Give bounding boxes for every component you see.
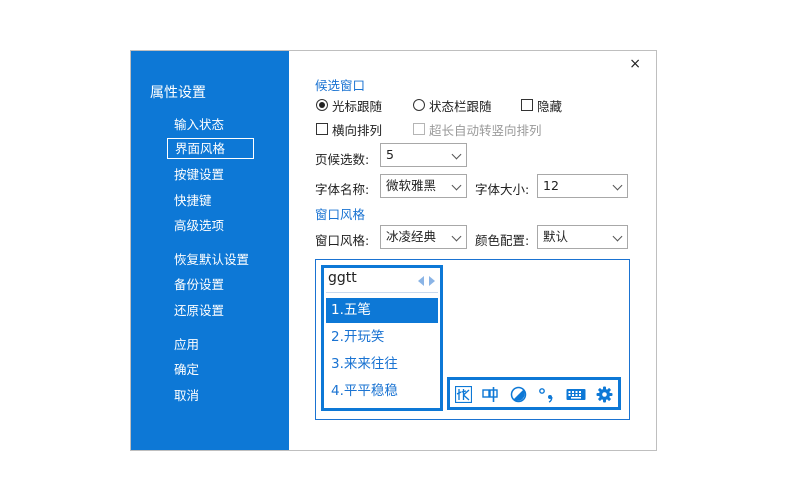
hide-label[interactable]: 隐藏 (537, 96, 562, 115)
style-label: 窗口风格: (315, 233, 370, 248)
cursor-follow-radio[interactable] (316, 99, 328, 111)
keyboard-icon (566, 389, 586, 400)
status-toolbar (447, 377, 621, 410)
font-name-select[interactable]: 微软雅黑 (380, 174, 467, 198)
statusbar-follow-radio[interactable] (413, 99, 425, 111)
auto-vertical-label: 超长自动转竖向排列 (429, 123, 542, 138)
cursor-follow-label[interactable]: 光标跟随 (332, 96, 382, 115)
ice-logo-icon (455, 386, 472, 403)
punctuation-icon (539, 388, 553, 403)
sidebar-title: 属性设置 (150, 85, 206, 101)
candidate-input-text: ggtt (328, 270, 357, 286)
statusbar-follow-label[interactable]: 状态栏跟随 (429, 96, 492, 115)
font-name-label: 字体名称: (315, 182, 370, 197)
sidebar: 属性设置 输入状态 界面风格 按键设置 快捷键 高级选项 恢复默认设置 备份设置… (131, 51, 289, 450)
chevron-down-icon (451, 149, 462, 160)
candidate-item: 2.开玩笑 (331, 329, 385, 345)
restore-defaults-link[interactable]: 恢复默认设置 (174, 251, 249, 269)
style-preview: ggtt 1.五笔 2.开玩笑 3.来来往往 4.平平稳稳 (315, 259, 630, 420)
horizontal-label[interactable]: 横向排列 (332, 120, 382, 139)
auto-vertical-checkbox[interactable] (413, 123, 425, 135)
chevron-down-icon (451, 231, 462, 242)
candidate-separator (326, 292, 438, 293)
apply-button[interactable]: 应用 (174, 336, 199, 354)
restore-settings-link[interactable]: 还原设置 (174, 302, 224, 320)
color-value: 默认 (543, 229, 569, 244)
backup-settings-link[interactable]: 备份设置 (174, 276, 224, 294)
horizontal-checkbox[interactable] (316, 123, 328, 135)
hide-checkbox[interactable] (521, 99, 533, 111)
candidate-item: 1.五笔 (326, 298, 438, 323)
sidebar-item-ui-style[interactable]: 界面风格 (167, 138, 254, 159)
font-size-label: 字体大小: (475, 182, 530, 197)
candidate-window-heading: 候选窗口 (315, 78, 366, 93)
per-page-value: 5 (386, 147, 394, 162)
sidebar-item-shortcuts[interactable]: 快捷键 (174, 192, 212, 210)
color-label: 颜色配置: (475, 233, 530, 248)
arrow-right-icon (429, 276, 435, 286)
style-select[interactable]: 冰凌经典 (380, 225, 467, 249)
chinese-mode-icon (482, 387, 498, 402)
window-style-heading: 窗口风格 (315, 207, 366, 222)
chevron-down-icon (612, 180, 623, 191)
sidebar-item-keys[interactable]: 按键设置 (174, 166, 224, 184)
font-size-value: 12 (543, 178, 559, 193)
content-panel: 候选窗口 光标跟随 状态栏跟随 隐藏 横向排列 超长自动转竖向排列 页候选数: … (289, 51, 656, 450)
chevron-down-icon (612, 231, 623, 242)
per-page-label: 页候选数: (315, 152, 370, 167)
settings-window: 属性设置 输入状态 界面风格 按键设置 快捷键 高级选项 恢复默认设置 备份设置… (130, 50, 657, 451)
arrow-left-icon (418, 276, 424, 286)
font-name-value: 微软雅黑 (386, 178, 437, 193)
per-page-select[interactable]: 5 (380, 143, 467, 167)
gear-icon (596, 386, 613, 403)
sidebar-item-input-status[interactable]: 输入状态 (174, 116, 224, 134)
chevron-down-icon (451, 180, 462, 191)
skin-icon (510, 386, 527, 403)
cancel-button[interactable]: 取消 (174, 387, 199, 405)
font-size-select[interactable]: 12 (537, 174, 628, 198)
ok-button[interactable]: 确定 (174, 361, 199, 379)
sidebar-item-advanced[interactable]: 高级选项 (174, 217, 224, 235)
candidate-item: 4.平平稳稳 (331, 383, 398, 399)
candidate-item: 3.来来往往 (331, 356, 398, 372)
style-value: 冰凌经典 (386, 229, 437, 244)
color-select[interactable]: 默认 (537, 225, 628, 249)
page-arrows (418, 276, 435, 286)
candidate-box: ggtt 1.五笔 2.开玩笑 3.来来往往 4.平平稳稳 (321, 265, 443, 411)
